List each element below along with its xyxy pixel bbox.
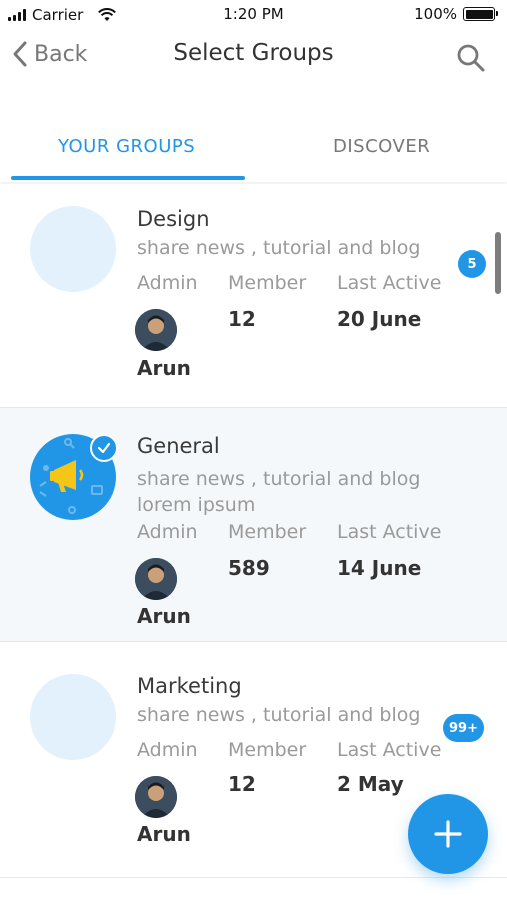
last-active-label: Last Active [337, 739, 442, 761]
add-group-button[interactable] [408, 794, 488, 874]
avatar [135, 558, 177, 600]
search-icon [457, 44, 485, 72]
group-card-general[interactable]: General share news , tutorial and blog l… [0, 408, 507, 642]
check-icon [97, 442, 111, 454]
avatar [135, 309, 177, 351]
admin-name: Arun [137, 822, 191, 846]
member-label: Member [228, 521, 307, 543]
unread-count-badge: 99+ [443, 714, 484, 742]
battery-icon [463, 7, 498, 21]
last-active-label: Last Active [337, 272, 442, 294]
tab-bar: YOUR GROUPS DISCOVER [0, 120, 507, 182]
nav-bar: Back Select Groups [0, 30, 507, 90]
last-active-date: 14 June [337, 556, 422, 580]
admin-name: Arun [137, 356, 191, 380]
page-title: Select Groups [173, 40, 334, 66]
active-tab-indicator [11, 176, 245, 180]
group-avatar [30, 674, 116, 760]
battery-percent: 100% [414, 5, 457, 23]
group-name: Design [137, 207, 210, 231]
group-description: share news , tutorial and blog [137, 237, 421, 259]
last-active-date: 20 June [337, 307, 422, 331]
member-label: Member [228, 739, 307, 761]
member-count: 589 [228, 556, 270, 580]
last-active-date: 2 May [337, 772, 404, 796]
group-name: Marketing [137, 674, 242, 698]
tab-discover[interactable]: DISCOVER [333, 136, 430, 157]
plus-icon [434, 820, 462, 848]
last-active-label: Last Active [337, 521, 442, 543]
search-button[interactable] [455, 42, 487, 74]
group-description: share news , tutorial and blog [137, 704, 421, 726]
avatar [135, 776, 177, 818]
admin-label: Admin [137, 272, 198, 294]
group-description: share news , tutorial and blog lorem ips… [137, 468, 421, 516]
member-count: 12 [228, 307, 256, 331]
status-bar: Carrier 1:20 PM 100% [0, 0, 507, 30]
admin-name: Arun [137, 604, 191, 628]
group-avatar [30, 206, 116, 292]
admin-label: Admin [137, 521, 198, 543]
selected-check [90, 434, 118, 462]
scrollbar[interactable] [495, 232, 501, 294]
unread-count-badge: 5 [458, 250, 486, 278]
group-avatar [30, 434, 118, 520]
member-count: 12 [228, 772, 256, 796]
group-card-design[interactable]: Design share news , tutorial and blog Ad… [0, 184, 507, 408]
tab-your-groups[interactable]: YOUR GROUPS [58, 136, 195, 157]
member-label: Member [228, 272, 307, 294]
group-name: General [137, 434, 220, 458]
admin-label: Admin [137, 739, 198, 761]
